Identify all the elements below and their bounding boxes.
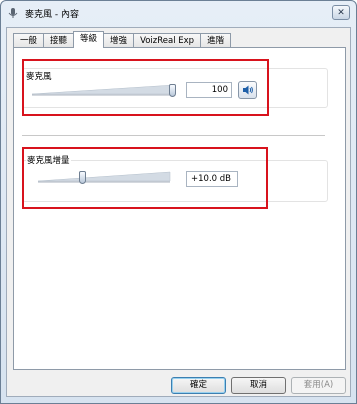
tab-strip: 一般 接聽 等級 增強 VoizReal Exp 進階 xyxy=(13,31,232,48)
apply-button[interactable]: 套用(A) xyxy=(291,377,346,394)
window-title: 麥克風 - 內容 xyxy=(25,10,79,20)
microphone-icon xyxy=(8,8,18,18)
ok-button[interactable]: 確定 xyxy=(171,377,226,394)
tab-enhancements[interactable]: 增強 xyxy=(103,33,135,48)
tab-general[interactable]: 一般 xyxy=(13,33,45,48)
section-divider xyxy=(22,135,325,137)
tab-advanced[interactable]: 進階 xyxy=(200,33,232,48)
dialog-body: 一般 接聽 等級 增強 VoizReal Exp 進階 麥克風 100 麥克風增… xyxy=(6,27,351,397)
highlight-box-microphone xyxy=(22,59,269,116)
levels-panel: 麥克風 100 麥克風增量 +10.0 dB xyxy=(13,47,346,370)
close-button[interactable]: ✕ xyxy=(332,5,350,20)
highlight-box-boost xyxy=(22,147,268,209)
properties-dialog: 麥克風 - 內容 ✕ 一般 接聽 等級 增強 VoizReal Exp 進階 麥… xyxy=(0,0,357,404)
tab-listen[interactable]: 接聽 xyxy=(43,33,75,48)
close-icon: ✕ xyxy=(337,7,345,18)
title-bar[interactable]: 麥克風 - 內容 ✕ xyxy=(1,1,356,25)
cancel-button[interactable]: 取消 xyxy=(231,377,286,394)
tab-levels[interactable]: 等級 xyxy=(73,31,105,48)
tab-voizreal-exp[interactable]: VoizReal Exp xyxy=(133,33,202,48)
